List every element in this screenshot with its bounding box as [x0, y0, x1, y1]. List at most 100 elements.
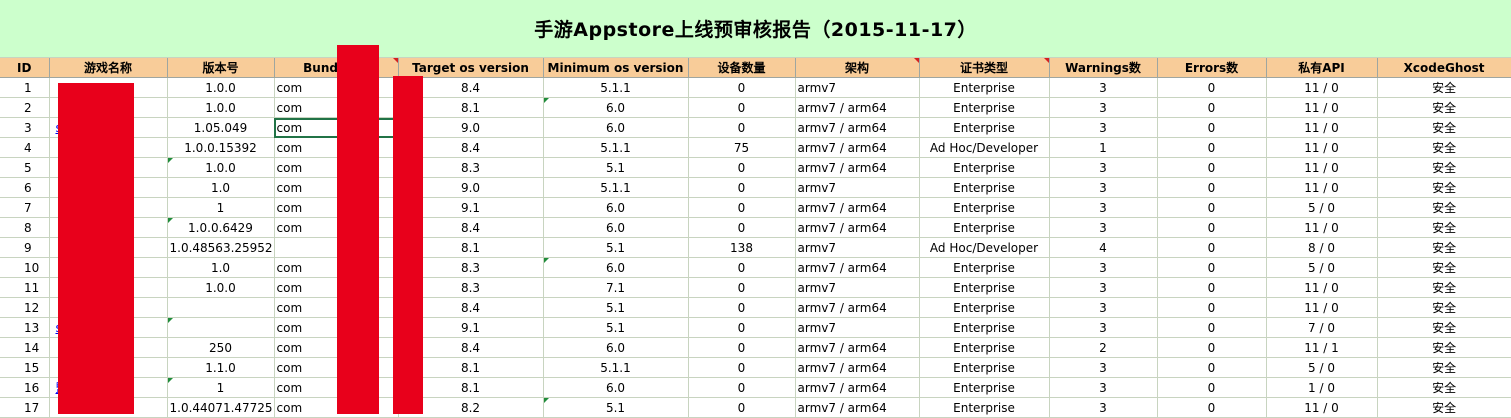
cell-min-os[interactable]: 6.0 [543, 217, 689, 238]
cell-cert-type[interactable]: Enterprise [919, 297, 1050, 318]
cell-errors[interactable]: 0 [1157, 357, 1267, 378]
cell-bundle-id[interactable]: com [274, 197, 399, 218]
cell-errors[interactable]: 0 [1157, 397, 1267, 418]
cell-warnings[interactable]: 3 [1049, 297, 1158, 318]
cell-version[interactable]: 1.0.44071.47725 [167, 397, 275, 418]
cell-min-os[interactable]: 6.0 [543, 257, 689, 278]
cell-errors[interactable]: 0 [1157, 117, 1267, 138]
cell-id[interactable]: 15 [0, 357, 50, 378]
cell-warnings[interactable]: 3 [1049, 77, 1158, 98]
cell-min-os[interactable]: 5.1.1 [543, 77, 689, 98]
header-device-count[interactable]: 设备数量 [688, 57, 796, 78]
cell-id[interactable]: 16 [0, 377, 50, 398]
header-bundle-id[interactable]: Bundle ID [274, 57, 399, 78]
header-game-name[interactable]: 游戏名称 [49, 57, 168, 78]
cell-device-count[interactable]: 0 [688, 277, 796, 298]
cell-xcodeghost[interactable]: 安全 [1377, 157, 1511, 178]
cell-cert-type[interactable]: Enterprise [919, 337, 1050, 358]
cell-warnings[interactable]: 2 [1049, 337, 1158, 358]
cell-xcodeghost[interactable]: 安全 [1377, 357, 1511, 378]
cell-min-os[interactable]: 7.1 [543, 277, 689, 298]
cell-version[interactable] [167, 317, 275, 338]
cell-version[interactable]: 1 [167, 197, 275, 218]
header-arch[interactable]: 架构 [795, 57, 920, 78]
cell-errors[interactable]: 0 [1157, 337, 1267, 358]
cell-warnings[interactable]: 3 [1049, 217, 1158, 238]
cell-id[interactable]: 10 [0, 257, 50, 278]
cell-arch[interactable]: armv7 / arm64 [795, 97, 920, 118]
cell-cert-type[interactable]: Ad Hoc/Developer [919, 237, 1050, 258]
cell-arch[interactable]: armv7 [795, 237, 920, 258]
cell-version[interactable]: 250 [167, 337, 275, 358]
cell-min-os[interactable]: 5.1 [543, 297, 689, 318]
cell-device-count[interactable]: 0 [688, 77, 796, 98]
cell-warnings[interactable]: 3 [1049, 277, 1158, 298]
cell-private-api[interactable]: 11 / 0 [1266, 297, 1378, 318]
cell-cert-type[interactable]: Enterprise [919, 357, 1050, 378]
cell-device-count[interactable]: 0 [688, 197, 796, 218]
cell-device-count[interactable]: 0 [688, 317, 796, 338]
cell-bundle-id[interactable]: com [274, 397, 399, 418]
header-private-api[interactable]: 私有API [1266, 57, 1378, 78]
cell-min-os[interactable]: 5.1.1 [543, 137, 689, 158]
cell-private-api[interactable]: 5 / 0 [1266, 357, 1378, 378]
cell-min-os[interactable]: 5.1 [543, 317, 689, 338]
cell-cert-type[interactable]: Enterprise [919, 257, 1050, 278]
cell-bundle-id[interactable]: com [274, 217, 399, 238]
cell-version[interactable]: 1.0.0 [167, 277, 275, 298]
cell-private-api[interactable]: 8 / 0 [1266, 237, 1378, 258]
cell-min-os[interactable]: 6.0 [543, 377, 689, 398]
cell-version[interactable]: 1.0.48563.25952 [167, 237, 275, 258]
cell-bundle-id[interactable]: com [274, 177, 399, 198]
cell-min-os[interactable]: 6.0 [543, 97, 689, 118]
cell-device-count[interactable]: 0 [688, 157, 796, 178]
cell-xcodeghost[interactable]: 安全 [1377, 317, 1511, 338]
cell-device-count[interactable]: 0 [688, 397, 796, 418]
cell-device-count[interactable]: 0 [688, 377, 796, 398]
cell-private-api[interactable]: 5 / 0 [1266, 197, 1378, 218]
cell-min-os[interactable]: 5.1 [543, 157, 689, 178]
cell-errors[interactable]: 0 [1157, 97, 1267, 118]
cell-cert-type[interactable]: Enterprise [919, 197, 1050, 218]
cell-arch[interactable]: armv7 / arm64 [795, 377, 920, 398]
cell-arch[interactable]: armv7 / arm64 [795, 337, 920, 358]
cell-device-count[interactable]: 0 [688, 117, 796, 138]
cell-xcodeghost[interactable]: 安全 [1377, 77, 1511, 98]
cell-arch[interactable]: armv7 / arm64 [795, 297, 920, 318]
cell-id[interactable]: 6 [0, 177, 50, 198]
cell-errors[interactable]: 0 [1157, 137, 1267, 158]
cell-version[interactable]: 1.0.0 [167, 97, 275, 118]
cell-min-os[interactable]: 5.1.1 [543, 357, 689, 378]
cell-version[interactable]: 1.1.0 [167, 357, 275, 378]
cell-bundle-id[interactable]: com [274, 377, 399, 398]
cell-cert-type[interactable]: Enterprise [919, 277, 1050, 298]
cell-private-api[interactable]: 11 / 1 [1266, 337, 1378, 358]
cell-arch[interactable]: armv7 [795, 177, 920, 198]
cell-xcodeghost[interactable]: 安全 [1377, 197, 1511, 218]
cell-min-os[interactable]: 5.1 [543, 397, 689, 418]
cell-warnings[interactable]: 3 [1049, 397, 1158, 418]
cell-arch[interactable]: armv7 / arm64 [795, 397, 920, 418]
cell-version[interactable]: 1.05.049 [167, 117, 275, 138]
cell-device-count[interactable]: 0 [688, 337, 796, 358]
cell-errors[interactable]: 0 [1157, 157, 1267, 178]
cell-errors[interactable]: 0 [1157, 257, 1267, 278]
cell-xcodeghost[interactable]: 安全 [1377, 377, 1511, 398]
cell-arch[interactable]: armv7 / arm64 [795, 137, 920, 158]
cell-bundle-id[interactable]: com [274, 297, 399, 318]
cell-id[interactable]: 14 [0, 337, 50, 358]
cell-bundle-id[interactable]: com [274, 97, 399, 118]
header-version[interactable]: 版本号 [167, 57, 275, 78]
cell-version[interactable]: 1.0 [167, 257, 275, 278]
cell-xcodeghost[interactable]: 安全 [1377, 257, 1511, 278]
cell-warnings[interactable]: 3 [1049, 377, 1158, 398]
cell-device-count[interactable]: 0 [688, 217, 796, 238]
cell-bundle-id[interactable] [274, 237, 399, 258]
cell-errors[interactable]: 0 [1157, 317, 1267, 338]
cell-id[interactable]: 4 [0, 137, 50, 158]
cell-min-os[interactable]: 5.1.1 [543, 177, 689, 198]
report-title[interactable]: 手游Appstore上线预审核报告（2015-11-17） [0, 0, 1511, 58]
cell-version[interactable]: 1.0.0 [167, 77, 275, 98]
cell-min-os[interactable]: 6.0 [543, 197, 689, 218]
cell-errors[interactable]: 0 [1157, 237, 1267, 258]
